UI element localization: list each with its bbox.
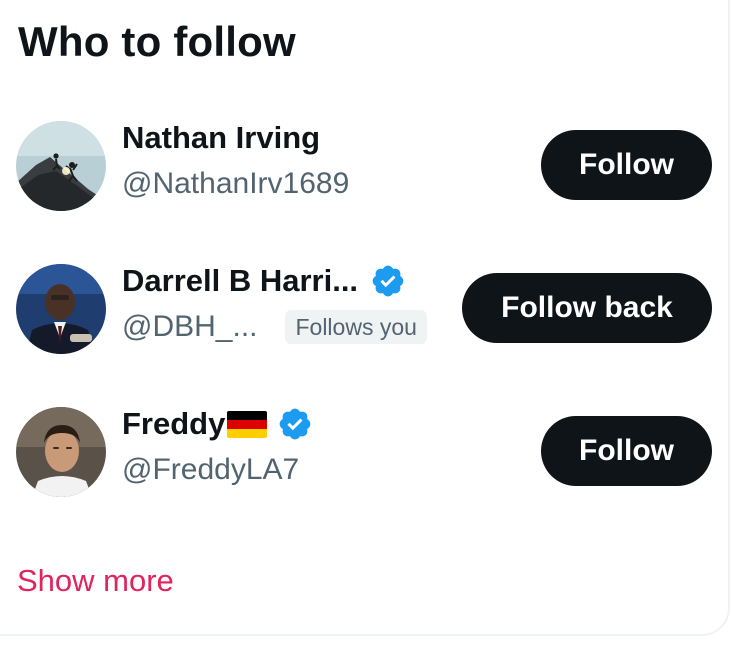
who-to-follow-panel: Who to follow Nathan Irving @NathanIrv16… [0, 0, 730, 636]
handle-line: @DBH_... Follows you [122, 307, 427, 347]
follow-button[interactable]: Follow [541, 130, 712, 200]
avatar[interactable] [16, 121, 106, 211]
avatar-image [16, 121, 106, 211]
user-handle[interactable]: @NathanIrv1689 [122, 167, 349, 201]
name-line: Nathan Irving [122, 116, 320, 160]
suggestion-row[interactable]: Darrell B Harri... @DBH_... Follows you … [0, 253, 730, 363]
germany-flag-icon [227, 410, 268, 438]
suggestion-row[interactable]: Nathan Irving @NathanIrv1689 Follow [0, 110, 730, 220]
user-name[interactable]: Darrell B Harri... [122, 263, 358, 299]
avatar-image [16, 407, 106, 497]
handle-line: @NathanIrv1689 [122, 164, 349, 204]
show-more-link[interactable]: Show more [17, 560, 174, 602]
avatar[interactable] [16, 407, 106, 497]
follows-you-badge: Follows you [285, 310, 427, 344]
verified-badge-icon [370, 263, 406, 299]
follow-button[interactable]: Follow [541, 416, 712, 486]
avatar[interactable] [16, 264, 106, 354]
handle-line: @FreddyLA7 [122, 450, 299, 490]
name-line: Freddy [122, 402, 313, 446]
panel-title: Who to follow [18, 18, 296, 65]
user-name[interactable]: Nathan Irving [122, 120, 320, 156]
name-line: Darrell B Harri... [122, 259, 406, 303]
follow-back-button[interactable]: Follow back [462, 273, 712, 343]
avatar-image [16, 264, 106, 354]
user-handle[interactable]: @DBH_... [122, 310, 257, 344]
verified-badge-icon [277, 406, 313, 442]
suggestion-row[interactable]: Freddy @FreddyLA7 Follow [0, 396, 730, 506]
user-handle[interactable]: @FreddyLA7 [122, 453, 299, 487]
user-name[interactable]: Freddy [122, 406, 225, 442]
